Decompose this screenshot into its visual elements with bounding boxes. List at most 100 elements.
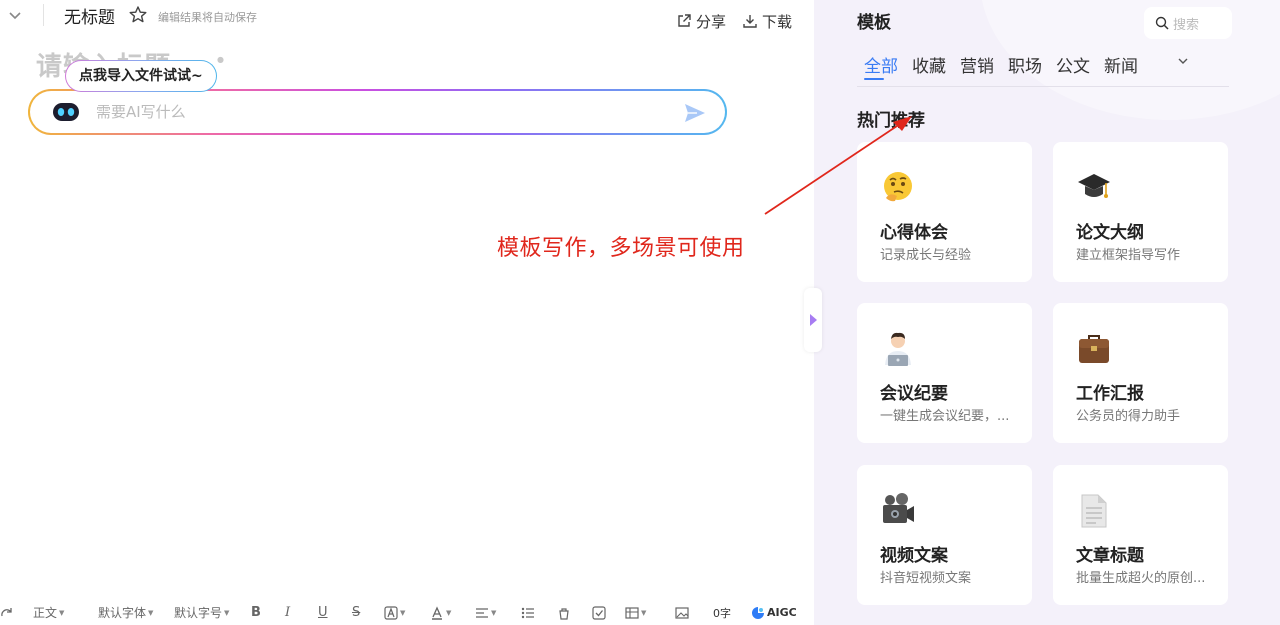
caret-down-icon: ▼ (148, 608, 154, 617)
star-icon[interactable] (128, 5, 148, 25)
video-camera-icon (883, 493, 914, 523)
share-icon (678, 14, 691, 27)
title-marker: ● (217, 55, 224, 64)
annotation-text: 模板写作，多场景可使用 (497, 236, 745, 261)
section-heading: 热门推荐 (857, 111, 925, 131)
template-card-desc: 公务员的得力助手 (1076, 409, 1181, 424)
clear-format-button[interactable] (557, 600, 571, 625)
download-label: 下载 (762, 12, 793, 31)
robot-icon (53, 103, 79, 121)
template-card[interactable]: 视频文案 抖音短视频文案 (857, 465, 1032, 605)
doc-title[interactable]: 无标题 (64, 3, 115, 28)
strikethrough-icon: S (352, 605, 361, 620)
bold-button[interactable]: B (251, 600, 261, 625)
caret-down-icon: ▼ (491, 608, 497, 617)
template-card-desc: 抖音短视频文案 (880, 571, 972, 586)
highlight-button[interactable]: ▼ (384, 600, 405, 625)
template-card[interactable]: 工作汇报 公务员的得力助手 (1053, 303, 1228, 443)
aigc-button[interactable]: AIGC (751, 600, 797, 625)
template-card-name: 工作汇报 (1076, 384, 1144, 404)
template-card[interactable]: 文章标题 批量生成超火的原创... (1053, 465, 1228, 605)
font-color-icon (432, 605, 442, 620)
briefcase-icon (1079, 335, 1109, 363)
template-card[interactable]: 会议纪要 一键生成会议纪要，... (857, 303, 1032, 443)
template-card-name: 文章标题 (1076, 546, 1144, 566)
align-button[interactable]: ▼ (475, 600, 496, 625)
image-button[interactable] (675, 600, 689, 625)
template-card[interactable]: 论文大纲 建立框架指导写作 (1053, 142, 1228, 282)
template-card-desc: 记录成长与经验 (880, 248, 972, 263)
tabs-divider (857, 86, 1229, 87)
caret-down-icon: ▼ (641, 608, 647, 617)
import-file-tip[interactable]: 点我导入文件试试~ (65, 60, 217, 92)
underline-button[interactable]: U (318, 600, 328, 625)
template-card-desc: 建立框架指导写作 (1076, 248, 1181, 263)
tab-news[interactable]: 新闻 (1104, 52, 1138, 77)
chevron-down-icon[interactable] (1176, 54, 1190, 68)
font-size-value: 默认字号 (174, 606, 223, 620)
font-color-button[interactable]: ▼ (430, 600, 451, 625)
download-icon (743, 15, 757, 28)
font-family-select[interactable]: 默认字体 ▼ (98, 600, 153, 625)
aigc-label: AIGC (767, 606, 797, 619)
image-icon (675, 606, 689, 619)
eraser-icon (559, 607, 569, 620)
tab-workplace[interactable]: 职场 (1008, 52, 1042, 77)
redo-icon (1, 607, 12, 616)
template-panel: 模板 搜索 全部 收藏 营销 职场 公文 新闻 热门推荐 心得体会 记录成长与经… (814, 0, 1280, 625)
autosave-note: 编辑结果将自动保存 (158, 11, 257, 24)
underline-icon: U (318, 605, 328, 620)
format-toolbar: 正文 ▼ 默认字体 ▼ 默认字号 ▼ B I U S ▼ ▼ ▼ ▼ 0字 AI… (0, 600, 814, 625)
template-card-name: 心得体会 (880, 223, 948, 243)
bullet-list-button[interactable] (521, 600, 535, 625)
template-card-name: 会议纪要 (880, 384, 948, 404)
topbar-divider (43, 4, 44, 26)
font-size-select[interactable]: 默认字号 ▼ (174, 600, 229, 625)
active-tab-indicator (864, 78, 884, 80)
table-button[interactable]: ▼ (625, 600, 646, 625)
redo-button[interactable] (0, 600, 14, 625)
template-card-name: 视频文案 (880, 546, 948, 566)
italic-button[interactable]: I (285, 600, 290, 625)
office-worker-icon (885, 332, 911, 366)
graduation-cap-icon (1078, 174, 1110, 198)
template-card-name: 论文大纲 (1076, 223, 1144, 243)
ai-prompt-box (28, 89, 727, 135)
caret-right-icon (810, 314, 817, 326)
share-button[interactable]: 分享 (676, 11, 726, 31)
bold-icon: B (251, 605, 261, 620)
tab-all[interactable]: 全部 (864, 52, 898, 77)
strikethrough-button[interactable]: S (352, 600, 360, 625)
paragraph-style-select[interactable]: 正文 ▼ (33, 600, 64, 625)
send-icon[interactable] (684, 103, 706, 123)
template-card-desc: 一键生成会议纪要，... (880, 409, 1010, 424)
download-button[interactable]: 下载 (742, 11, 792, 31)
editor-area: 无标题 编辑结果将自动保存 分享 下载 请输入标题 ● 点我导入文件试试~ 模板… (0, 0, 822, 625)
search-placeholder: 搜索 (1173, 17, 1200, 33)
caret-down-icon: ▼ (400, 608, 406, 617)
todo-button[interactable] (592, 600, 606, 625)
bullet-list-icon (521, 607, 534, 618)
highlight-icon (384, 605, 398, 620)
tab-marketing[interactable]: 营销 (960, 52, 994, 77)
tab-favorites[interactable]: 收藏 (912, 52, 946, 77)
font-family-value: 默认字体 (98, 606, 147, 620)
template-search-input[interactable]: 搜索 (1144, 7, 1232, 39)
panel-toggle-button[interactable] (804, 288, 822, 352)
chevron-down-icon[interactable] (6, 6, 24, 24)
italic-icon: I (285, 605, 291, 620)
caret-down-icon: ▼ (224, 608, 230, 617)
share-label: 分享 (696, 12, 727, 31)
ai-prompt-input[interactable] (96, 100, 656, 124)
template-card-desc: 批量生成超火的原创... (1076, 571, 1206, 586)
aigc-logo-icon (752, 606, 764, 619)
template-card[interactable]: 心得体会 记录成长与经验 (857, 142, 1032, 282)
document-icon (1081, 494, 1107, 528)
tab-official-docs[interactable]: 公文 (1056, 52, 1090, 77)
caret-down-icon: ▼ (59, 608, 65, 617)
checkbox-icon (592, 605, 606, 620)
caret-down-icon: ▼ (446, 608, 452, 617)
panel-title: 模板 (857, 13, 891, 33)
thinking-face-icon (884, 172, 912, 202)
table-icon (625, 606, 639, 619)
